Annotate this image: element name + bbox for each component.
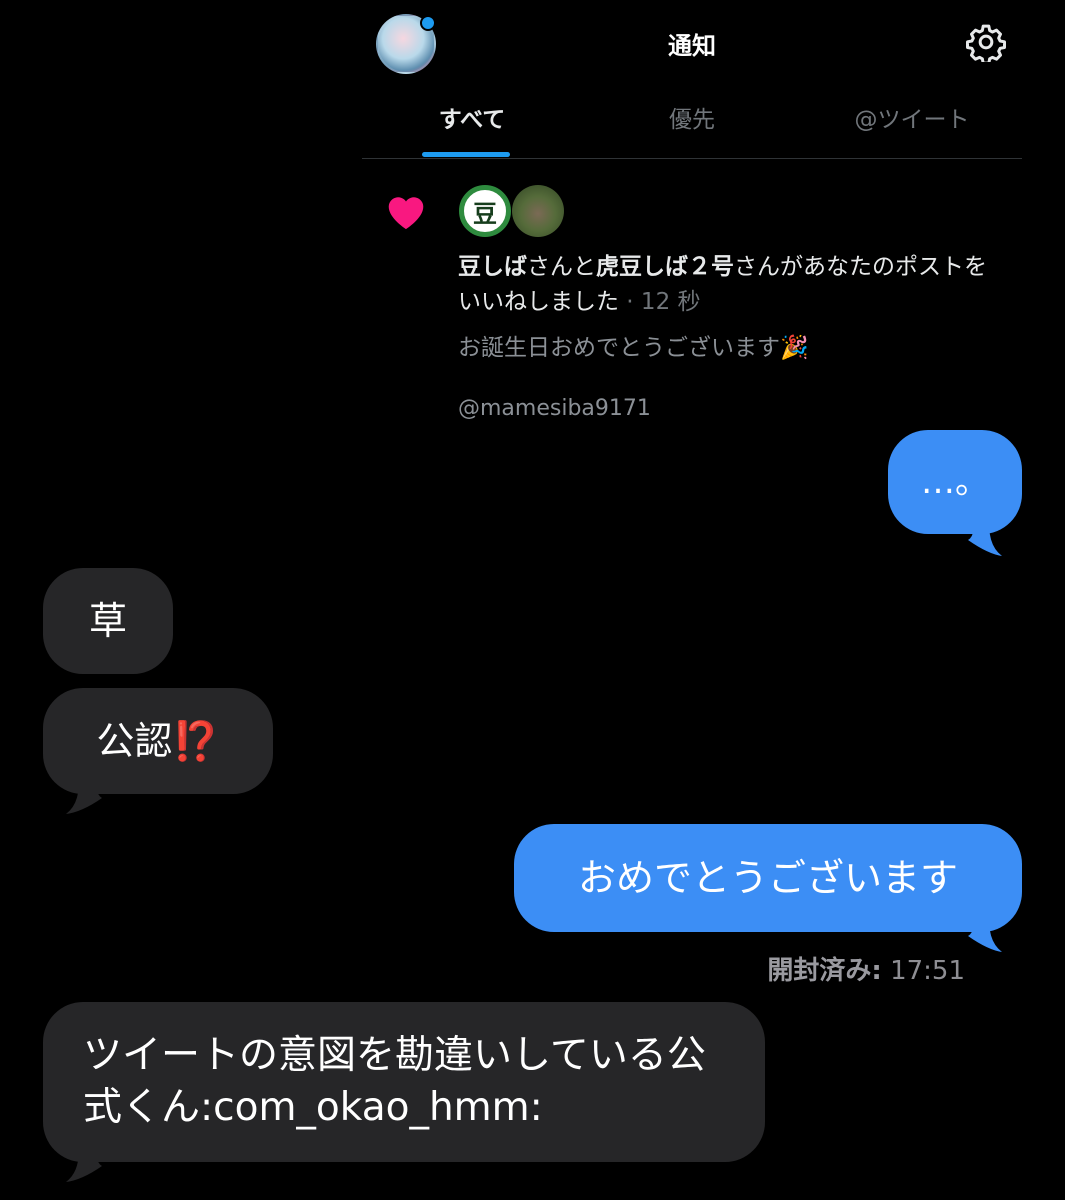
notifications-panel: 通知 すべて 優先 @ツイート 豆 豆しばさんと虎豆しば２号さんがあなたのポスト…	[362, 0, 1022, 420]
liker-avatar-2[interactable]	[512, 185, 564, 237]
heart-icon	[388, 197, 424, 230]
message-text: 草	[88, 599, 127, 643]
message-text: ツイートの意図を勘違いしている公式くん:com_okao_hmm:	[83, 1033, 706, 1130]
read-receipt: 開封済み: 17:51	[767, 950, 965, 987]
tab-bar: すべて 優先 @ツイート	[362, 100, 1022, 159]
liker-name-1: 豆しば	[458, 254, 527, 280]
message-text: おめでとうございます	[577, 856, 958, 900]
liker-avatar-1-glyph: 豆	[473, 199, 497, 228]
exclamation-question-emoji: ⁉️	[172, 719, 220, 763]
bubble-tail	[66, 1140, 102, 1182]
liker-name-2: 虎豆しば２号	[596, 254, 734, 280]
message-bubble-outgoing[interactable]: おめでとうございます	[514, 824, 1022, 932]
read-time: 17:51	[890, 956, 965, 986]
gear-icon[interactable]	[966, 22, 1006, 62]
liker-avatar-1[interactable]: 豆	[459, 185, 511, 237]
page-title: 通知	[668, 32, 716, 60]
post-handle: @mamesiba9171	[458, 396, 651, 420]
message-bubble-incoming[interactable]: ツイートの意図を勘違いしている公式くん:com_okao_hmm:	[43, 1002, 765, 1162]
read-label: 開封済み:	[767, 956, 882, 986]
message-text: …。	[921, 462, 989, 502]
tab-priority[interactable]: 優先	[582, 100, 802, 140]
notification-time: · 12 秒	[619, 289, 701, 315]
message-bubble-incoming[interactable]: 草	[43, 568, 173, 674]
notification-text[interactable]: 豆しばさんと虎豆しば２号さんがあなたのポストを いいねしました · 12 秒	[458, 250, 1018, 320]
tab-mentions[interactable]: @ツイート	[802, 100, 1022, 140]
bubble-tail	[968, 514, 1002, 556]
liked-post-text: お誕生日おめでとうございます🎉	[458, 335, 809, 361]
message-text: 公認	[96, 719, 173, 763]
bubble-tail	[968, 910, 1002, 952]
bubble-tail	[66, 772, 102, 814]
tab-all[interactable]: すべて	[362, 100, 582, 140]
active-tab-indicator	[422, 152, 510, 157]
